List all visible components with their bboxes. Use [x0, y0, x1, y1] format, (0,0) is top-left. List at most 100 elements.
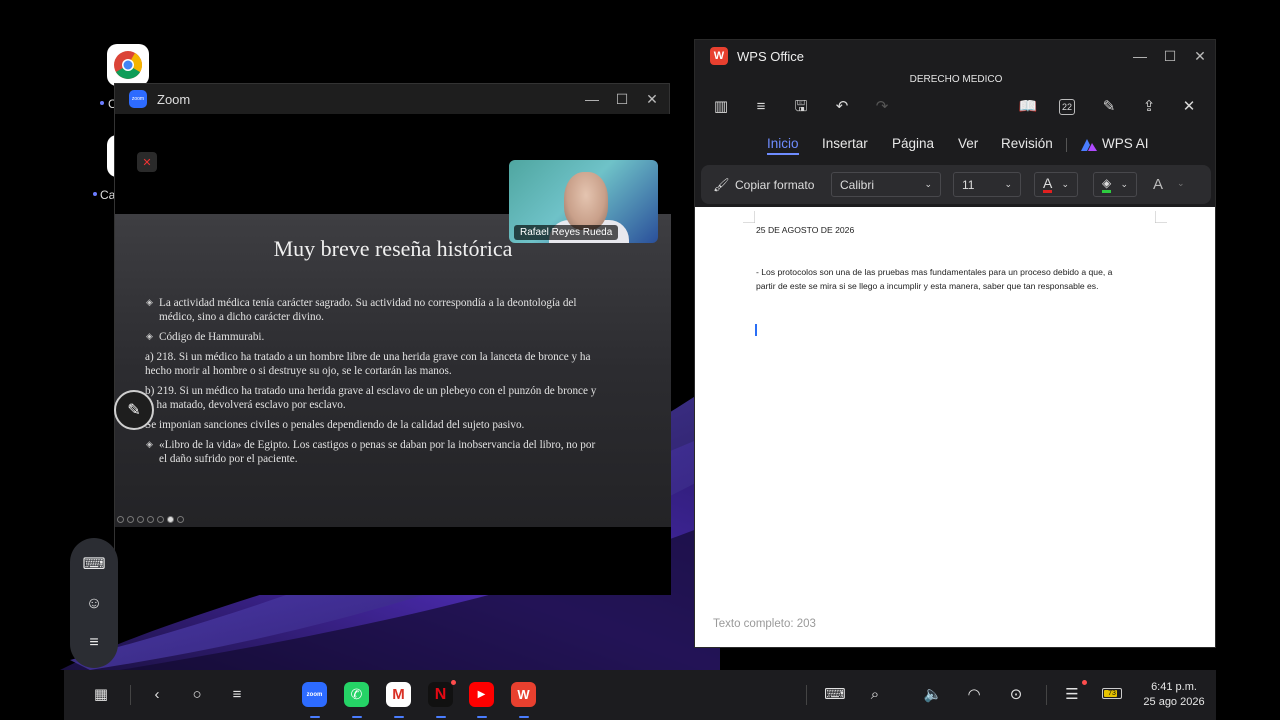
maximize-icon[interactable]: ☐ [615, 91, 629, 108]
mic-off-icon[interactable]: ✕ [137, 152, 157, 172]
wps-logo-icon: W [710, 47, 728, 65]
battery-icon[interactable]: 73 [1102, 688, 1122, 699]
chevron-down-icon: ⌄ [1120, 179, 1128, 189]
notifications-icon[interactable]: ☰ [1059, 681, 1085, 707]
reading-mode-icon[interactable]: 📖 [1018, 97, 1038, 117]
font-size-select[interactable]: 11 ⌄ [953, 172, 1021, 197]
navigation-icon[interactable]: ⊙ [1003, 681, 1029, 707]
notification-badge [451, 680, 456, 685]
page-count-icon[interactable]: 22 [1059, 99, 1075, 115]
close-icon[interactable]: ✕ [1193, 48, 1207, 65]
tab-wps-ai[interactable]: WPS AI [1102, 136, 1149, 151]
shared-slide: Muy breve reseña histórica ◈ La activida… [115, 214, 671, 527]
document-page[interactable]: 25 DE AGOSTO DE 2026 - Los protocolos so… [695, 207, 1215, 647]
clock[interactable]: 6:41 p.m. 25 ago 2026 [1134, 680, 1214, 710]
font-color-button[interactable]: A ⌄ [1034, 172, 1078, 197]
edit-pen-icon[interactable]: ✎ [1099, 97, 1119, 117]
search-icon[interactable]: ⌕ [862, 681, 888, 707]
tab-pagina[interactable]: Página [892, 136, 934, 151]
tab-inicio[interactable]: Inicio [767, 136, 799, 155]
running-indicator [477, 716, 487, 718]
menu-icon[interactable]: ≡ [751, 97, 771, 117]
recents-icon[interactable]: ≡ [224, 681, 250, 707]
taskbar-separator [1046, 685, 1047, 705]
netflix-app-icon[interactable]: N [428, 682, 453, 707]
running-indicator [519, 716, 529, 718]
zoom-titlebar[interactable]: zoom Zoom — ☐ ✕ [115, 84, 669, 114]
close-icon[interactable]: ✕ [645, 91, 659, 108]
wifi-icon[interactable]: ◠ [961, 681, 987, 707]
wps-app-icon[interactable]: W [511, 682, 536, 707]
close-document-icon[interactable]: ✕ [1179, 97, 1199, 117]
format-painter-icon[interactable]: 🖌 [713, 177, 730, 193]
redo-icon[interactable]: ↷ [872, 97, 892, 117]
ribbon-tabs: Inicio Insertar Página Ver Revisión WPS … [695, 134, 1215, 158]
wps-iconbar: ▥ ≡ 🖫 ↶ ↷ 📖 22 ✎ ⇪ ✕ [695, 95, 1215, 121]
chevron-down-icon[interactable]: ⌄ [1177, 178, 1185, 189]
calendar-dot [93, 192, 97, 196]
tab-ver[interactable]: Ver [958, 136, 978, 151]
maximize-icon[interactable]: ☐ [1163, 48, 1177, 65]
undo-icon[interactable]: ↶ [832, 97, 852, 117]
document-paragraph-line: - Los protocolos son una de las pruebas … [756, 267, 1113, 277]
youtube-app-icon[interactable]: ▶ [469, 682, 494, 707]
font-select[interactable]: Calibri ⌄ [831, 172, 941, 197]
slide-tool-icon[interactable] [147, 516, 154, 523]
text-style-icon[interactable]: A [1153, 176, 1163, 193]
font-value: Calibri [840, 177, 875, 192]
document-paragraph-line: partir de este se mira si se llego a inc… [756, 281, 1099, 291]
slide-tool-icon[interactable] [117, 516, 124, 523]
minimize-icon[interactable]: — [1133, 48, 1147, 65]
slide-tool-icon[interactable] [177, 516, 184, 523]
bullet-icon: ◈ [146, 439, 153, 449]
participant-video[interactable]: Rafael Reyes Rueda [509, 160, 658, 243]
copy-format-button[interactable]: Copiar formato [735, 178, 814, 192]
zoom-window: zoom Zoom — ☐ ✕ ✕ Muy breve reseña histó… [114, 83, 671, 595]
whatsapp-app-icon[interactable]: ✆ [344, 682, 369, 707]
gmail-app-icon[interactable]: M [386, 682, 411, 707]
app-drawer-icon[interactable]: ▦ [88, 681, 114, 707]
bullet-icon: ◈ [146, 331, 153, 341]
clock-date: 25 ago 2026 [1143, 696, 1205, 708]
text-caret [755, 324, 757, 336]
keyboard-icon[interactable]: ⌨ [82, 554, 105, 574]
wps-titlebar[interactable]: W WPS Office — ☐ ✕ [695, 40, 1215, 72]
minimize-icon[interactable]: — [585, 91, 599, 108]
tab-insertar[interactable]: Insertar [822, 136, 868, 151]
slide-line: La actividad médica tenía carácter sagra… [159, 297, 577, 309]
wps-window-title: WPS Office [737, 48, 804, 64]
slide-tool-icon[interactable] [127, 516, 134, 523]
keyboard-icon[interactable]: ⌨ [822, 681, 848, 707]
running-indicator [310, 716, 320, 718]
slide-line: médico, sino a dicho carácter divino. [159, 311, 324, 323]
participant-face [564, 172, 608, 230]
zoom-app-icon[interactable]: zoom [302, 682, 327, 707]
slide-toolbar[interactable] [117, 516, 184, 523]
highlight-button[interactable]: ◈ ⌄ [1093, 172, 1137, 197]
sidebar-toggle-icon[interactable]: ▥ [711, 97, 731, 117]
back-icon[interactable]: ‹ [144, 681, 170, 707]
home-icon[interactable]: ○ [184, 681, 210, 707]
slide-line: a) 218. Si un médico ha tratado a un hom… [145, 351, 591, 363]
running-indicator [436, 716, 446, 718]
slide-tool-icon[interactable] [157, 516, 164, 523]
volume-icon[interactable]: 🔈 [920, 681, 946, 707]
menu-icon[interactable]: ≡ [89, 634, 98, 652]
tab-revision[interactable]: Revisión [1001, 136, 1053, 151]
desktop-screen: C Ca zoom Zoom — ☐ ✕ ✕ Muy breve reseña … [0, 0, 1280, 720]
margin-mark [1155, 211, 1167, 223]
pen-icon[interactable]: ✎ [114, 390, 154, 430]
taskbar-separator [130, 685, 131, 705]
save-icon[interactable]: 🖫 [791, 97, 811, 117]
chrome-icon [114, 51, 142, 79]
slide-line: lo ha matado, devolverá esclavo por escl… [145, 399, 346, 411]
slide-tool-icon[interactable] [167, 516, 174, 523]
slide-line: el daño sufrido por el paciente. [159, 453, 298, 465]
share-icon[interactable]: ⇪ [1139, 97, 1159, 117]
emoji-icon[interactable]: ☺ [86, 595, 102, 613]
running-indicator [394, 716, 404, 718]
chrome-desktop-icon[interactable] [107, 44, 149, 86]
slide-tool-icon[interactable] [137, 516, 144, 523]
chevron-down-icon: ⌄ [1061, 179, 1069, 189]
highlight-icon: ◈ [1102, 176, 1112, 193]
